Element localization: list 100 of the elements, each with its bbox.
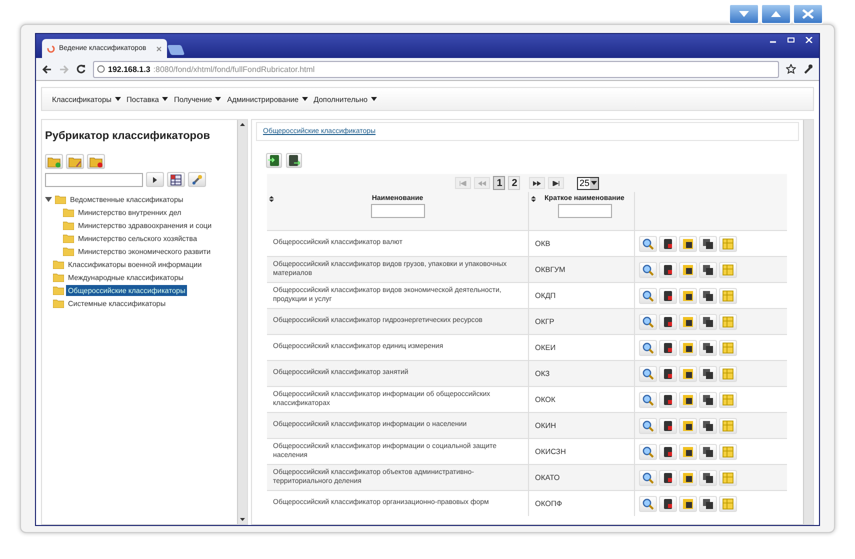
edit-folder-button[interactable]	[66, 154, 84, 169]
delete-button[interactable]	[659, 470, 677, 486]
grid-icon	[722, 394, 734, 406]
star-icon[interactable]	[786, 64, 796, 74]
filter-field[interactable]	[370, 204, 424, 218]
delete-button[interactable]	[659, 262, 677, 278]
delete-button[interactable]	[659, 314, 677, 330]
maximize-icon[interactable]	[787, 37, 795, 43]
caret-icon	[590, 181, 596, 185]
view-button[interactable]	[639, 288, 657, 304]
open-button[interactable]	[679, 288, 697, 304]
document-icon	[662, 368, 674, 380]
open-button[interactable]	[679, 418, 697, 434]
wrench-icon[interactable]	[803, 64, 813, 74]
delete-button[interactable]	[659, 236, 677, 252]
copy-icon	[702, 420, 714, 432]
view-button[interactable]	[639, 236, 657, 252]
copy-button[interactable]	[699, 366, 717, 382]
filter-field[interactable]	[558, 204, 612, 218]
search-button[interactable]	[146, 172, 164, 187]
view-button[interactable]	[639, 366, 657, 382]
collapse-icon[interactable]	[45, 196, 53, 202]
add-folder-button[interactable]	[45, 154, 63, 169]
minimize-icon[interactable]	[729, 4, 759, 24]
delete-button[interactable]	[659, 288, 677, 304]
view-button[interactable]	[639, 496, 657, 512]
document-icon	[268, 154, 280, 167]
first-page-icon	[459, 180, 468, 186]
open-button[interactable]	[679, 262, 697, 278]
magnifier-icon	[642, 420, 654, 432]
document-icon	[662, 316, 674, 328]
grid-icon	[722, 316, 734, 328]
copy-button[interactable]	[699, 340, 717, 356]
address-field[interactable]: 192.168.1.3 :8080/fond/xhtml/fond/fullFondRubricator.html	[93, 60, 779, 78]
copy-icon	[702, 446, 714, 458]
delete-button[interactable]	[659, 496, 677, 512]
view-button[interactable]	[639, 314, 657, 330]
export-button[interactable]	[286, 153, 302, 168]
last-page-button[interactable]	[548, 177, 564, 189]
view-button[interactable]	[639, 470, 657, 486]
delete-button[interactable]	[659, 340, 677, 356]
view-button[interactable]	[639, 340, 657, 356]
caret-icon	[215, 97, 222, 101]
reload-icon[interactable]	[76, 64, 86, 74]
open-button[interactable]	[679, 236, 697, 252]
page-button[interactable]: 2	[508, 176, 520, 190]
delete-button[interactable]	[659, 418, 677, 434]
view-button[interactable]	[639, 392, 657, 408]
maximize-icon[interactable]	[761, 4, 791, 24]
new-tab-button[interactable]	[167, 45, 185, 55]
import-button[interactable]	[266, 153, 282, 168]
copy-button[interactable]	[699, 496, 717, 512]
open-button[interactable]	[679, 392, 697, 408]
search-field[interactable]	[45, 172, 143, 186]
grid-button[interactable]	[167, 172, 185, 187]
magnifier-icon	[642, 342, 654, 354]
copy-icon	[702, 264, 714, 276]
copy-button[interactable]	[699, 288, 717, 304]
back-icon[interactable]	[42, 64, 52, 74]
open-button[interactable]	[679, 366, 697, 382]
tools-button[interactable]	[188, 172, 206, 187]
delete-button[interactable]	[659, 392, 677, 408]
copy-button[interactable]	[699, 262, 717, 278]
open-button[interactable]	[679, 340, 697, 356]
view-button[interactable]	[639, 444, 657, 460]
document-icon	[662, 264, 674, 276]
grid-icon	[170, 174, 182, 186]
view-button[interactable]	[639, 262, 657, 278]
copy-button[interactable]	[699, 444, 717, 460]
copy-button[interactable]	[699, 418, 717, 434]
grid-icon	[722, 290, 734, 302]
scrollbar[interactable]	[803, 120, 813, 524]
tools-icon	[191, 174, 203, 186]
copy-icon	[702, 472, 714, 484]
delete-button[interactable]	[659, 444, 677, 460]
caret-icon	[370, 97, 377, 101]
copy-button[interactable]	[699, 236, 717, 252]
next-page-button[interactable]	[529, 177, 546, 189]
play-icon	[152, 176, 158, 182]
sort-icon[interactable]	[269, 196, 274, 202]
copy-button[interactable]	[699, 392, 717, 408]
page-size-select[interactable]: 25	[577, 176, 598, 190]
previous-page-icon	[478, 180, 486, 186]
delete-folder-button[interactable]	[87, 154, 105, 169]
magnifier-icon	[642, 472, 654, 484]
copy-button[interactable]	[699, 470, 717, 486]
open-button[interactable]	[679, 470, 697, 486]
document-icon	[662, 342, 674, 354]
magnifier-icon	[642, 238, 654, 250]
grid-icon	[722, 264, 734, 276]
view-button[interactable]	[639, 418, 657, 434]
delete-button[interactable]	[659, 366, 677, 382]
scrollbar[interactable]	[237, 120, 247, 524]
open-button[interactable]	[679, 444, 697, 460]
sort-icon[interactable]	[531, 196, 536, 202]
page-button[interactable]: 1	[493, 176, 506, 190]
open-button[interactable]	[679, 314, 697, 330]
grid-icon	[722, 368, 734, 380]
copy-button[interactable]	[699, 314, 717, 330]
open-button[interactable]	[679, 496, 697, 512]
